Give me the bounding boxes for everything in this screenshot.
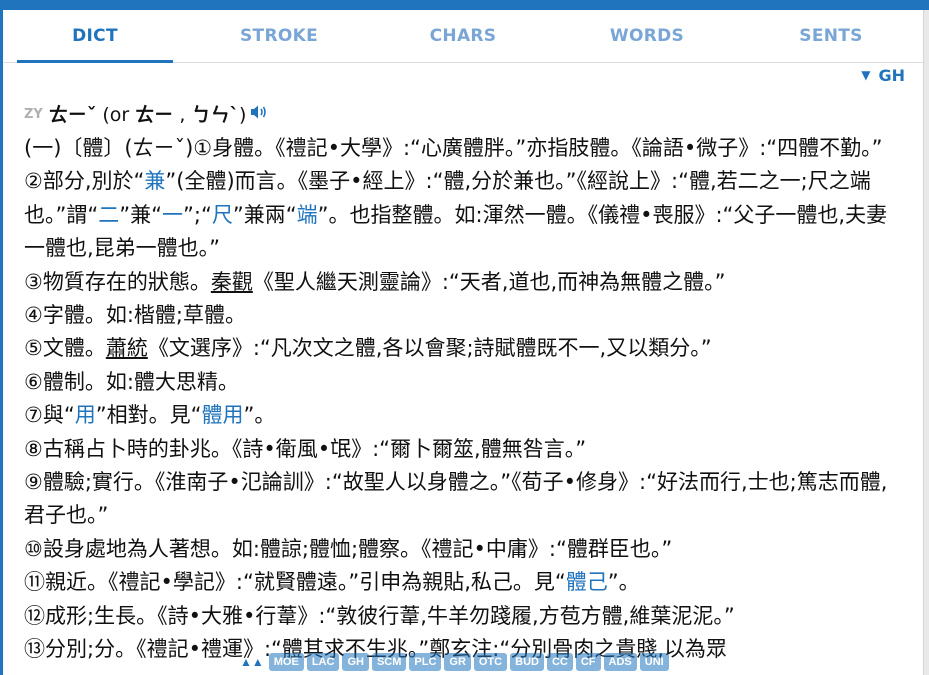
definition-panel: ZY ㄊㄧˇ (or ㄊㄧ , ㄅㄣˋ ) (一)〔體〕(ㄊㄧˇ)①身體。《禮記… (24, 98, 906, 667)
scroll-top-icon[interactable]: ▲▲ (240, 655, 264, 669)
window-left-border (0, 10, 3, 675)
cross-ref-link[interactable]: 用 (75, 403, 96, 427)
alt-prefix: (or (96, 104, 136, 126)
cross-ref-link[interactable]: 尺 (212, 203, 233, 227)
source-toggle-label: GH (878, 66, 905, 85)
tab-sents[interactable]: SENTS (739, 10, 923, 62)
tab-stroke[interactable]: STROKE (187, 10, 371, 62)
source-bud[interactable]: BUD (510, 653, 544, 671)
cross-ref-link[interactable]: 一 (162, 203, 183, 227)
definition-3: ③物質存在的狀態。秦觀《聖人繼天測靈論》:“天者,道也,而神為無體之體。” (24, 269, 726, 294)
source-lac[interactable]: LAC (306, 653, 340, 671)
source-plc[interactable]: PLC (409, 653, 442, 671)
person-name-link[interactable]: 蕭統 (106, 336, 148, 360)
source-gr[interactable]: GR (444, 653, 471, 671)
definition-6: ⑥體制。如:體大思精。 (24, 369, 239, 394)
person-name-link[interactable]: 秦觀 (211, 270, 253, 294)
cross-ref-link[interactable]: 二 (98, 203, 119, 227)
definition-4: ④字體。如:楷體;草體。 (24, 303, 246, 328)
definition-8: ⑧古稱占卜時的卦兆。《詩•衛風•氓》:“爾卜爾筮,體無咎言。” (24, 436, 587, 461)
speaker-icon[interactable] (250, 98, 268, 132)
source-uni[interactable]: UNI (639, 653, 669, 671)
cross-ref-link[interactable]: 體用 (201, 403, 243, 427)
definition-1: (一)〔體〕(ㄊㄧˇ)①身體。《禮記•大學》:“心廣體胖。”亦指肢體。《論語•微… (24, 136, 883, 160)
alt-close: ) (238, 104, 247, 126)
source-footer-bar: ▲▲ MOE LAC GH SCM PLC GR OTC BUD CC CF A… (240, 652, 669, 672)
source-otc[interactable]: OTC (473, 653, 508, 671)
definition-11: ⑪親近。《禮記•學記》:“就賢體遠。”引申為親貼,私己。見“體己”。 (24, 570, 640, 595)
triangle-down-icon: ▼ (861, 68, 871, 82)
definition-5: ⑤文體。蕭統《文選序》:“凡次文之體,各以會聚;詩賦體既不一,又以類分。” (24, 336, 712, 361)
tab-bar: DICT STROKE CHARS WORDS SENTS (3, 10, 923, 63)
definition-7: ⑦與“用”相對。見“體用”。 (24, 403, 276, 428)
definition-2: ②部分,別於“兼”(全體)而言。《墨子•經上》:“體,分於兼也。”《經說上》:“… (24, 169, 888, 261)
zhuyin-alt-1: ㄊㄧ (135, 104, 174, 126)
tab-dict[interactable]: DICT (3, 10, 187, 63)
zhuyin-alt-2: ㄅㄣˋ (191, 104, 239, 126)
alt-separator: , (173, 104, 192, 126)
source-ads[interactable]: ADS (603, 653, 637, 671)
scrollbar[interactable] (923, 10, 929, 675)
source-toggle[interactable]: ▼ GH (861, 66, 905, 85)
definition-12: ⑫成形;生長。《詩•大雅•行葦》:“敦彼行葦,牛羊勿踐履,方苞方體,維葉泥泥。” (24, 603, 735, 628)
definition-9: ⑨體驗;實行。《淮南子•氾論訓》:“故聖人以身體之。”《荀子•修身》:“好法而行… (24, 470, 888, 528)
zhuyin-label: ZY (24, 107, 43, 122)
source-moe[interactable]: MOE (268, 653, 304, 671)
zhuyin-main: ㄊㄧˇ (48, 104, 97, 126)
tab-chars[interactable]: CHARS (371, 10, 555, 62)
source-scm[interactable]: SCM (371, 653, 407, 671)
source-cc[interactable]: CC (546, 653, 573, 671)
definition-10: ⑩設身處地為人著想。如:體諒;體恤;體察。《禮記•中庸》:“體群臣也。” (24, 536, 673, 561)
cross-ref-link[interactable]: 端 (297, 203, 318, 227)
top-app-bar (0, 0, 929, 10)
source-gh[interactable]: GH (342, 653, 369, 671)
cross-ref-link[interactable]: 兼 (144, 169, 165, 193)
pronunciation-line: ZY ㄊㄧˇ (or ㄊㄧ , ㄅㄣˋ ) (24, 98, 906, 132)
cross-ref-link[interactable]: 體己 (566, 570, 608, 594)
source-cf[interactable]: CF (575, 653, 601, 671)
tab-words[interactable]: WORDS (555, 10, 739, 62)
